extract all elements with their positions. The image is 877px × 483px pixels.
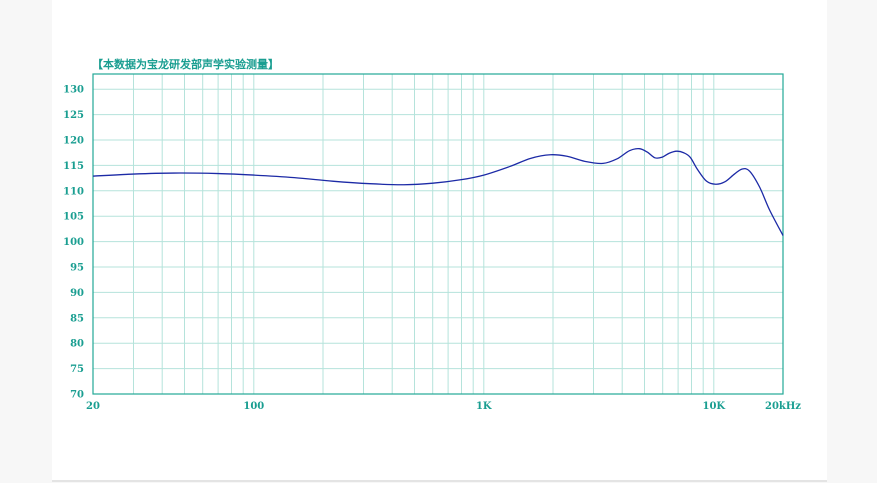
x-tick-label: 10K xyxy=(702,401,725,412)
y-tick-label: 75 xyxy=(70,364,84,375)
y-tick-label: 130 xyxy=(63,85,84,96)
x-tick-label: 1K xyxy=(476,401,492,412)
plot-frame xyxy=(92,73,784,395)
x-axis-ticks: 20 100 1K 10K 20kHz xyxy=(86,401,801,412)
y-axis-ticks: 70 75 80 85 90 95 100 105 110 115 120 125 130 xyxy=(63,85,84,401)
y-tick-label: 110 xyxy=(63,186,84,197)
x-tick-label: 20kHz xyxy=(765,401,801,412)
grid xyxy=(93,74,783,395)
y-tick-label: 100 xyxy=(63,237,84,248)
y-tick-label: 90 xyxy=(70,288,84,299)
y-tick-label: 105 xyxy=(63,212,84,223)
y-tick-label: 125 xyxy=(63,110,84,121)
y-tick-label: 95 xyxy=(70,263,84,274)
x-tick-label: 20 xyxy=(86,401,100,412)
x-tick-label: 100 xyxy=(243,401,264,412)
y-tick-label: 115 xyxy=(63,161,84,172)
y-tick-label: 80 xyxy=(70,339,84,350)
response-curve xyxy=(92,147,784,236)
y-tick-label: 85 xyxy=(70,313,84,324)
y-tick-label: 70 xyxy=(70,390,84,401)
y-tick-label: 120 xyxy=(63,136,84,147)
page-background: 【本数据为宝龙研发部声学实验测量】 70 75 80 85 90 95 100 105 110 1… xyxy=(0,0,877,483)
chart-title: 【本数据为宝龙研发部声学实验测量】 xyxy=(92,57,279,71)
frequency-response-chart: 【本数据为宝龙研发部声学实验测量】 70 75 80 85 90 95 100 105 110 1… xyxy=(63,57,801,412)
